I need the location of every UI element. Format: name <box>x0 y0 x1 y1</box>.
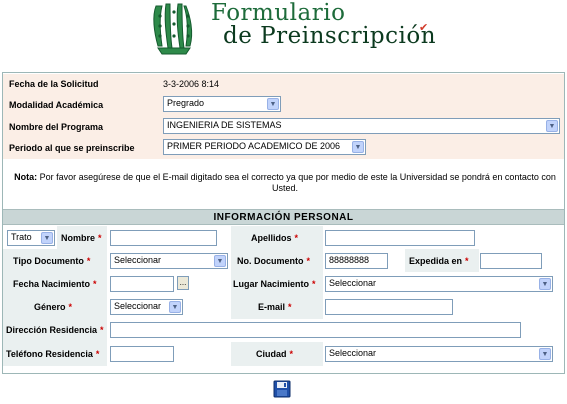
direccion-input[interactable] <box>110 322 521 338</box>
row-periodo: Periodo al que se preinscribe PRIMER PER… <box>3 137 564 159</box>
required-mark: * <box>465 256 469 266</box>
email-input[interactable] <box>325 299 453 315</box>
row-programa: Nombre del Programa INGENIERIA DE SISTEM… <box>3 115 564 137</box>
chevron-down-icon: ▼ <box>214 255 226 267</box>
required-mark: * <box>93 279 97 289</box>
ciudad-select[interactable]: Seleccionar ▼ <box>325 346 553 362</box>
nombre-label: Nombre * <box>61 233 102 243</box>
expedida-label: Expedida en * <box>409 256 469 266</box>
chevron-down-icon: ▼ <box>41 232 53 244</box>
logo-title-line2: de Preinscripción <box>223 23 437 49</box>
fecha-nacimiento-input[interactable] <box>110 276 174 292</box>
modalidad-label: Modalidad Académica <box>9 100 104 110</box>
fecha-nacimiento-label: Fecha Nacimiento * <box>13 279 97 289</box>
expedida-label-text: Expedida en <box>409 256 463 266</box>
lugar-nacimiento-value: Seleccionar <box>329 278 377 288</box>
no-documento-label: No. Documento * <box>237 256 310 266</box>
apellidos-input[interactable] <box>325 230 475 246</box>
email-note: Nota: Por favor asegúrese de que el E-ma… <box>11 172 559 194</box>
chevron-down-icon: ▼ <box>539 348 551 360</box>
chevron-down-icon: ▼ <box>169 301 181 313</box>
genero-label: Género * <box>34 302 72 312</box>
required-mark: * <box>95 349 100 359</box>
fecha-solicitud-value: 3-3-2006 8:14 <box>163 79 220 89</box>
row-fecha-solicitud: Fecha de la Solicitud 3-3-2006 8:14 <box>3 74 564 94</box>
telefono-input[interactable] <box>110 346 174 362</box>
fecha-solicitud-label: Fecha de la Solicitud <box>9 79 99 89</box>
chevron-down-icon: ▼ <box>546 120 558 132</box>
note-text: Por favor asegúrese de que el E-mail dig… <box>37 172 556 193</box>
date-picker-button[interactable]: ... <box>177 276 189 290</box>
apellidos-label: Apellidos * <box>251 233 298 243</box>
modalidad-select[interactable]: Pregrado ▼ <box>163 96 281 112</box>
lugar-nacimiento-label: Lugar Nacimiento * <box>233 279 316 289</box>
required-mark: * <box>98 233 102 243</box>
required-mark: * <box>288 302 292 312</box>
programa-label: Nombre del Programa <box>9 122 104 132</box>
apellidos-label-text: Apellidos <box>251 233 292 243</box>
modalidad-value: Pregrado <box>167 98 205 108</box>
row-modalidad: Modalidad Académica Pregrado ▼ <box>3 94 564 115</box>
genero-label-text: Género <box>34 302 66 312</box>
required-mark: * <box>312 279 316 289</box>
telefono-label-text: Teléfono Residencia <box>6 349 93 359</box>
required-mark: * <box>86 256 91 266</box>
university-logo <box>153 3 193 55</box>
save-disk-icon[interactable] <box>273 380 291 398</box>
periodo-value: PRIMER PERIODO ACADEMICO DE 2006 <box>167 141 341 151</box>
ciudad-label: Ciudad * <box>256 349 293 359</box>
email-label-text: E-mail <box>258 302 286 312</box>
section-personal-info: INFORMACIÓN PERSONAL <box>3 209 564 225</box>
programa-value: INGENIERIA DE SISTEMAS <box>167 120 282 130</box>
required-mark: * <box>100 325 104 335</box>
ciudad-label-text: Ciudad <box>256 349 287 359</box>
periodo-label: Periodo al que se preinscribe <box>9 143 135 153</box>
tipo-documento-value: Seleccionar <box>114 255 162 265</box>
tipo-documento-label: Tipo Documento * <box>13 256 90 266</box>
direccion-label-text: Dirección Residencia <box>6 325 98 335</box>
periodo-select[interactable]: PRIMER PERIODO ACADEMICO DE 2006 ▼ <box>163 139 366 155</box>
genero-value: Seleccionar <box>114 301 162 311</box>
required-mark: * <box>289 349 294 359</box>
nombre-label-text: Nombre <box>61 233 96 243</box>
fecha-nacimiento-label-text: Fecha Nacimiento <box>13 279 91 289</box>
ciudad-value: Seleccionar <box>329 348 377 358</box>
direccion-label: Dirección Residencia * <box>6 325 104 335</box>
check-mark-icon: ✔ <box>419 22 429 34</box>
note-prefix: Nota: <box>14 172 38 182</box>
trato-value: Trato <box>11 232 32 242</box>
required-mark: * <box>294 233 299 243</box>
expedida-input[interactable] <box>480 253 542 269</box>
chevron-down-icon: ▼ <box>352 141 364 153</box>
email-label: E-mail * <box>258 302 292 312</box>
no-documento-label-text: No. Documento <box>237 256 304 266</box>
chevron-down-icon: ▼ <box>267 98 279 110</box>
required-mark: * <box>306 256 311 266</box>
no-documento-input[interactable]: 88888888 <box>325 253 388 269</box>
telefono-label: Teléfono Residencia * <box>6 349 99 359</box>
nombre-input[interactable] <box>110 230 217 246</box>
tipo-documento-label-text: Tipo Documento <box>13 256 84 266</box>
programa-select[interactable]: INGENIERIA DE SISTEMAS ▼ <box>163 118 560 134</box>
chevron-down-icon: ▼ <box>539 278 551 290</box>
genero-select[interactable]: Seleccionar ▼ <box>110 299 183 315</box>
lugar-nacimiento-label-text: Lugar Nacimiento <box>233 279 310 289</box>
trato-select[interactable]: Trato ▼ <box>7 230 55 246</box>
required-mark: * <box>68 302 73 312</box>
lugar-nacimiento-select[interactable]: Seleccionar ▼ <box>325 276 553 292</box>
tipo-documento-select[interactable]: Seleccionar ▼ <box>110 253 228 269</box>
preinscription-form: Fecha de la Solicitud 3-3-2006 8:14 Moda… <box>2 72 565 374</box>
